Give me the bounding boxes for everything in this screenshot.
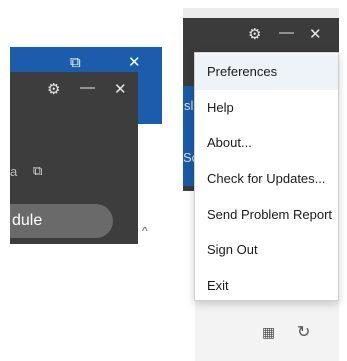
menu-item-sign-out[interactable]: Sign Out	[195, 232, 338, 268]
menu-item-exit[interactable]: Exit	[195, 268, 338, 304]
refresh-icon[interactable]: ↻	[297, 322, 310, 342]
menu-item-send-problem-report[interactable]: Send Problem Report	[195, 197, 338, 233]
menu-item-about[interactable]: About...	[195, 125, 338, 161]
right-window-top-strip	[183, 8, 339, 18]
copy-icon[interactable]: ⧉	[33, 163, 42, 179]
left-minimize-icon[interactable]: —	[80, 79, 95, 96]
left-close-icon[interactable]: ✕	[128, 53, 141, 71]
left-maximize-icon[interactable]: ⧉	[70, 54, 81, 71]
chevron-up-icon[interactable]: ^	[142, 224, 148, 238]
left-dark-close-icon[interactable]: ✕	[114, 80, 127, 98]
calendar-icon[interactable]: ▦	[262, 324, 275, 341]
right-close-icon[interactable]: ✕	[309, 25, 322, 43]
right-settings-icon[interactable]: ⚙	[248, 25, 261, 43]
right-edge-text-1: sl	[184, 98, 194, 113]
module-button[interactable]: dule	[10, 204, 113, 238]
left-settings-icon[interactable]: ⚙	[47, 80, 60, 98]
menu-item-help[interactable]: Help	[195, 90, 338, 126]
left-text-fragment: a	[10, 164, 18, 179]
menu-item-preferences[interactable]: Preferences	[195, 54, 338, 90]
right-minimize-icon[interactable]: —	[279, 24, 294, 41]
settings-dropdown-menu: Preferences Help About... Check for Upda…	[194, 52, 339, 301]
menu-item-check-for-updates[interactable]: Check for Updates...	[195, 161, 338, 197]
